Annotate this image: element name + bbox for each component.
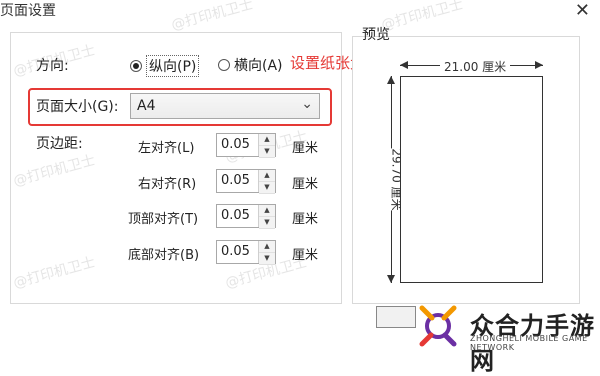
margin-right-value: 0.05 <box>221 173 250 188</box>
orientation-label: 方向: <box>36 58 69 74</box>
stepper-buttons: ▲ ▼ <box>258 205 275 229</box>
margin-left-stepper[interactable]: 0.05 ▲ ▼ <box>216 133 276 158</box>
margins-label: 页边距: <box>36 136 83 152</box>
margin-left-label: 左对齐(L) <box>138 141 195 156</box>
paper-size-select[interactable]: A4 ⌄ <box>130 93 320 119</box>
stepper-up-icon[interactable]: ▲ <box>259 170 275 182</box>
page-setup-dialog: @打印机卫士 @打印机卫士 @打印机卫士 @打印机卫士 @打印机卫士 @打印机卫… <box>0 0 600 375</box>
radio-dot-icon <box>218 59 230 71</box>
stepper-up-icon[interactable]: ▲ <box>259 134 275 146</box>
margin-right-stepper[interactable]: 0.05 ▲ ▼ <box>216 169 276 194</box>
dialog-title: 页面设置 <box>0 3 56 19</box>
stepper-buttons: ▲ ▼ <box>258 170 275 194</box>
portrait-label: 纵向(P) <box>146 55 200 77</box>
stepper-buttons: ▲ ▼ <box>258 241 275 265</box>
watermark: @打印机卫士 <box>169 0 255 34</box>
landscape-label: 横向(A) <box>234 58 283 74</box>
width-dimension-label: 21.00 厘米 <box>440 58 511 75</box>
stepper-down-icon[interactable]: ▼ <box>259 146 275 158</box>
watermark: @打印机卫士 <box>379 0 465 34</box>
margin-bottom-label: 底部对齐(B) <box>128 248 200 263</box>
margin-left-value: 0.05 <box>221 137 250 152</box>
radio-dot-selected-icon <box>130 60 142 72</box>
margin-bottom-stepper[interactable]: 0.05 ▲ ▼ <box>216 240 276 265</box>
stepper-buttons: ▲ ▼ <box>258 134 275 158</box>
stepper-down-icon[interactable]: ▼ <box>259 253 275 265</box>
height-arrow-up-icon <box>387 76 395 84</box>
margin-top-label: 顶部对齐(T) <box>128 212 199 227</box>
stepper-down-icon[interactable]: ▼ <box>259 182 275 194</box>
width-dimension: 21.00 厘米 <box>400 58 543 75</box>
margin-left-unit: 厘米 <box>292 141 319 156</box>
stepper-up-icon[interactable]: ▲ <box>259 241 275 253</box>
site-logo-subtitle: ZHONGHELI MOBILE GAME NETWORK <box>470 334 588 352</box>
chevron-down-icon: ⌄ <box>301 96 313 112</box>
orientation-portrait-radio[interactable]: 纵向(P) <box>130 55 200 77</box>
margin-top-stepper[interactable]: 0.05 ▲ ▼ <box>216 204 276 229</box>
paper-size-value: A4 <box>137 98 156 114</box>
margin-top-value: 0.05 <box>221 208 250 223</box>
margin-bottom-unit: 厘米 <box>292 248 319 263</box>
paper-preview <box>400 76 543 283</box>
stepper-down-icon[interactable]: ▼ <box>259 217 275 229</box>
height-arrow-down-icon <box>387 275 395 283</box>
margin-top-unit: 厘米 <box>292 212 319 227</box>
height-dimension: 29.70 厘米 <box>384 76 406 283</box>
margin-right-label: 右对齐(R) <box>138 177 197 192</box>
paper-size-label: 页面大小(G): <box>36 99 119 115</box>
orientation-landscape-radio[interactable]: 横向(A) <box>218 55 283 75</box>
width-arrow-left-icon <box>400 61 408 69</box>
margin-right-unit: 厘米 <box>292 177 319 192</box>
site-logo-icon <box>419 305 457 347</box>
ok-button[interactable] <box>376 306 416 328</box>
width-arrow-right-icon <box>535 61 543 69</box>
close-icon[interactable]: ✕ <box>575 0 590 21</box>
stepper-up-icon[interactable]: ▲ <box>259 205 275 217</box>
preview-label: 预览 <box>362 27 390 43</box>
margin-bottom-value: 0.05 <box>221 244 250 259</box>
